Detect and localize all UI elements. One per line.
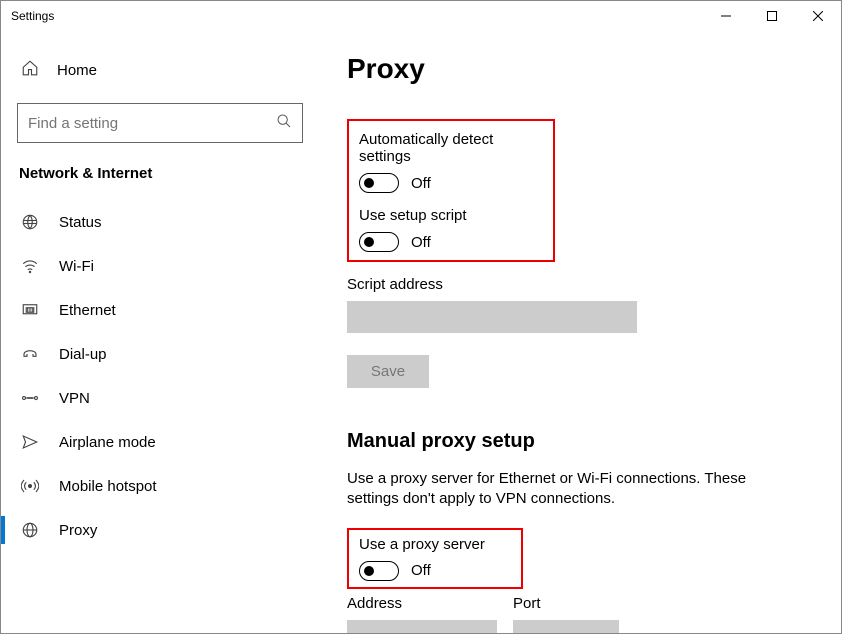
nav-dialup[interactable]: Dial-up bbox=[17, 332, 303, 376]
home-icon bbox=[21, 59, 39, 81]
save-button[interactable]: Save bbox=[347, 355, 429, 388]
nav-label: Proxy bbox=[59, 522, 97, 539]
home-label: Home bbox=[57, 62, 97, 79]
auto-detect-state: Off bbox=[411, 175, 431, 192]
use-proxy-toggle[interactable] bbox=[359, 561, 399, 581]
address-input[interactable] bbox=[347, 620, 497, 634]
titlebar: Settings bbox=[1, 1, 841, 31]
wifi-icon bbox=[21, 257, 39, 275]
setup-script-toggle[interactable] bbox=[359, 232, 399, 252]
search-input[interactable] bbox=[28, 115, 276, 132]
use-proxy-state: Off bbox=[411, 562, 431, 579]
nav-label: Ethernet bbox=[59, 302, 116, 319]
nav-status[interactable]: Status bbox=[17, 200, 303, 244]
port-label: Port bbox=[513, 595, 619, 612]
highlight-box-proxy: Use a proxy server Off bbox=[347, 528, 523, 589]
highlight-box-auto: Automatically detect settings Off Use se… bbox=[347, 119, 555, 262]
nav-list: Status Wi-Fi Ethernet Dial-up VPN Airpla… bbox=[17, 200, 303, 552]
auto-detect-toggle[interactable] bbox=[359, 173, 399, 193]
nav-label: Status bbox=[59, 214, 102, 231]
address-label: Address bbox=[347, 595, 497, 612]
vpn-icon bbox=[21, 389, 39, 407]
port-input[interactable] bbox=[513, 620, 619, 634]
dialup-icon bbox=[21, 345, 39, 363]
script-address-label: Script address bbox=[347, 276, 801, 293]
window-title: Settings bbox=[11, 9, 54, 23]
auto-detect-label: Automatically detect settings bbox=[359, 131, 543, 165]
status-icon bbox=[21, 213, 39, 231]
nav-label: Wi-Fi bbox=[59, 258, 94, 275]
main-content: Proxy Automatically detect settings Off … bbox=[319, 31, 841, 633]
nav-label: Airplane mode bbox=[59, 434, 156, 451]
nav-label: VPN bbox=[59, 390, 90, 407]
minimize-button[interactable] bbox=[703, 1, 749, 31]
search-box[interactable] bbox=[17, 103, 303, 143]
airplane-icon bbox=[21, 433, 39, 451]
nav-airplane[interactable]: Airplane mode bbox=[17, 420, 303, 464]
maximize-button[interactable] bbox=[749, 1, 795, 31]
nav-label: Dial-up bbox=[59, 346, 107, 363]
proxy-icon bbox=[21, 521, 39, 539]
nav-vpn[interactable]: VPN bbox=[17, 376, 303, 420]
home-nav[interactable]: Home bbox=[17, 51, 303, 89]
sidebar: Home Network & Internet Status Wi-Fi Eth… bbox=[1, 31, 319, 633]
ethernet-icon bbox=[21, 301, 39, 319]
search-icon bbox=[276, 113, 292, 133]
manual-heading: Manual proxy setup bbox=[347, 430, 801, 453]
setup-script-state: Off bbox=[411, 234, 431, 251]
page-title: Proxy bbox=[347, 53, 801, 85]
use-proxy-label: Use a proxy server bbox=[359, 536, 511, 553]
script-address-input[interactable] bbox=[347, 301, 637, 333]
close-button[interactable] bbox=[795, 1, 841, 31]
nav-wifi[interactable]: Wi-Fi bbox=[17, 244, 303, 288]
nav-hotspot[interactable]: Mobile hotspot bbox=[17, 464, 303, 508]
nav-label: Mobile hotspot bbox=[59, 478, 157, 495]
section-heading: Network & Internet bbox=[17, 165, 303, 182]
hotspot-icon bbox=[21, 477, 39, 495]
manual-desc: Use a proxy server for Ethernet or Wi-Fi… bbox=[347, 469, 801, 510]
nav-proxy[interactable]: Proxy bbox=[17, 508, 303, 552]
setup-script-label: Use setup script bbox=[359, 207, 543, 224]
nav-ethernet[interactable]: Ethernet bbox=[17, 288, 303, 332]
